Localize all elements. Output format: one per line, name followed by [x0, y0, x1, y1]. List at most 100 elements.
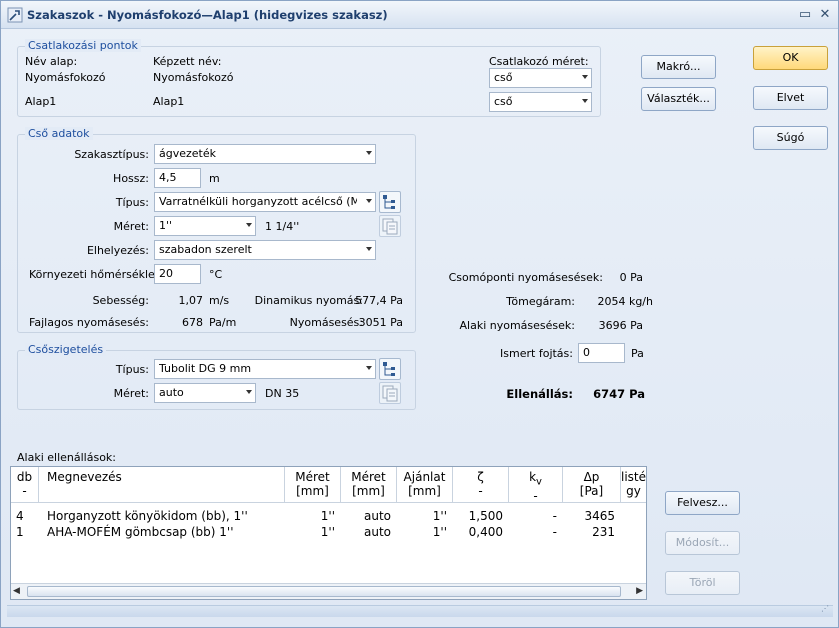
close-icon[interactable]: ✕ — [817, 7, 833, 23]
chevron-down-icon — [582, 75, 588, 79]
connection-row-2-base: Alap1 — [25, 95, 57, 108]
mass-flow-label: Tömegáram: — [506, 295, 575, 308]
column-header-kv[interactable]: kv - — [509, 467, 563, 503]
column-header-offer[interactable]: Ajánlat [mm] — [397, 467, 453, 503]
connector-size-label: Csatlakozó méret: — [489, 55, 589, 68]
velocity-unit: m/s — [209, 294, 230, 307]
velocity-value: 1,07 — [178, 294, 204, 307]
insulation-size-select[interactable]: auto — [154, 383, 256, 403]
section-type-label: Szakasztípus: — [74, 148, 149, 161]
pressure-drop-label: Nyomásesés: — [289, 316, 363, 329]
connection-row-1-derived: Nyomásfokozó — [153, 71, 234, 84]
resistance-label: Ellenállás: — [506, 387, 573, 401]
pipe-size-select[interactable]: 1'' — [154, 216, 256, 236]
length-unit: m — [209, 172, 220, 185]
node-pressure-drop-value: 0 Pa — [619, 271, 643, 284]
column-header-zeta[interactable]: ζ- — [453, 467, 509, 503]
column-header-size-1[interactable]: Méret [mm] — [285, 467, 341, 503]
resistance-value: 6747 Pa — [593, 387, 645, 401]
modify-button[interactable]: Módosít... — [665, 531, 740, 555]
column-header-name[interactable]: Megnevezés — [39, 467, 285, 503]
insulation-legend: Csőszigetelés — [25, 343, 107, 356]
copy-button[interactable] — [379, 215, 401, 237]
help-button[interactable]: Súgó — [753, 126, 828, 150]
known-throttle-label: Ismert fojtás: — [500, 347, 573, 360]
window-title: Szakaszok - Nyomásfokozó—Alap1 (hidegviz… — [27, 8, 388, 22]
insulation-copy-button[interactable] — [379, 382, 401, 404]
dynamic-pressure-label: Dinamikus nyomás: — [254, 294, 363, 307]
specific-pressure-drop-label: Fajlagos nyomásesés: — [29, 316, 149, 329]
form-pressure-drop-label: Alaki nyomásesések: — [459, 319, 575, 332]
ambient-temp-unit: °C — [209, 268, 223, 281]
tree-structure-button[interactable] — [379, 191, 401, 213]
derived-name-label: Képzett név: — [153, 55, 222, 68]
form-pressure-drop-value: 3696 Pa — [598, 319, 643, 332]
form-resistances-caption: Alaki ellenállások: — [17, 451, 116, 464]
column-header-size-2[interactable]: Méret [mm] — [341, 467, 397, 503]
form-resistances-table[interactable]: db - Megnevezés Méret [mm] Méret [mm] Ajánl… — [10, 466, 647, 600]
chevron-down-icon — [366, 366, 372, 370]
chevron-down-icon — [366, 199, 372, 203]
copy-icon — [382, 218, 398, 235]
insulation-size-extra: DN 35 — [265, 387, 300, 400]
column-header-db[interactable]: db - — [11, 467, 39, 503]
tree-structure-icon — [383, 195, 395, 209]
delete-button[interactable]: Töröl — [665, 571, 740, 595]
connection-row-1-size-select[interactable]: cső — [489, 68, 592, 88]
scrollbar-thumb[interactable] — [27, 586, 621, 597]
macro-button[interactable]: Makró... — [641, 55, 716, 79]
connection-row-2-size-select[interactable]: cső — [489, 92, 592, 112]
known-throttle-input[interactable]: 0 — [578, 343, 625, 363]
name-base-label: Név alap: — [25, 55, 78, 68]
pipe-type-select[interactable]: Varratnélküli horganyzott acélcső (MSZ 1… — [154, 192, 376, 212]
resize-grip-icon[interactable]: ⋰ — [821, 604, 829, 613]
specific-pressure-drop-value: 678 — [182, 316, 203, 329]
pipe-size-label: Méret: — [113, 220, 149, 233]
selection-button[interactable]: Választék... — [641, 87, 716, 111]
ambient-temp-label: Környezeti hőmérséklet: — [29, 268, 163, 281]
discard-button[interactable]: Elvet — [753, 86, 828, 110]
insulation-size-label: Méret: — [113, 387, 149, 400]
chevron-down-icon — [582, 99, 588, 103]
placement-select[interactable]: szabadon szerelt — [154, 240, 376, 260]
connection-points-legend: Csatlakozási pontok — [25, 39, 141, 52]
tree-structure-icon — [383, 362, 395, 376]
horizontal-scrollbar[interactable]: ◀ ▶ — [11, 583, 646, 599]
chevron-down-icon — [366, 151, 372, 155]
scroll-left-icon[interactable]: ◀ — [13, 586, 20, 596]
chevron-down-icon — [246, 390, 252, 394]
scroll-right-icon[interactable]: ▶ — [636, 586, 643, 596]
node-pressure-drop-label: Csomóponti nyomásesések: — [448, 271, 603, 284]
status-bar: ⋰ — [7, 604, 833, 617]
length-label: Hossz: — [113, 172, 149, 185]
pressure-drop-value: 3051 Pa — [358, 316, 403, 329]
column-header-dp[interactable]: Δp [Pa] — [563, 467, 621, 503]
insulation-type-label: Típus: — [115, 363, 149, 376]
velocity-label: Sebesség: — [92, 294, 149, 307]
chevron-down-icon — [246, 223, 252, 227]
wrench-icon — [7, 7, 23, 23]
pipe-type-label: Típus: — [115, 196, 149, 209]
copy-icon — [382, 385, 398, 402]
dialog-window: Szakaszok - Nyomásfokozó—Alap1 (hidegviz… — [0, 0, 839, 628]
table-header: db - Megnevezés Méret [mm] Méret [mm] Ajánl… — [11, 467, 646, 503]
specific-pressure-drop-unit: Pa/m — [209, 316, 237, 329]
add-button[interactable]: Felvesz... — [665, 491, 740, 515]
restore-icon[interactable]: ▭ — [797, 7, 813, 23]
mass-flow-value: 2054 kg/h — [597, 295, 653, 308]
connection-row-2-derived: Alap1 — [153, 95, 185, 108]
chevron-down-icon — [366, 247, 372, 251]
length-input[interactable]: 4,5 — [154, 168, 201, 188]
placement-label: Elhelyezés: — [86, 244, 149, 257]
connection-row-1-base: Nyomásfokozó — [25, 71, 106, 84]
pipe-data-legend: Cső adatok — [25, 127, 93, 140]
dynamic-pressure-value: 577,4 Pa — [355, 294, 403, 307]
column-header-list[interactable]: listé gy — [621, 467, 646, 503]
insulation-tree-button[interactable] — [379, 358, 401, 380]
title-bar: Szakaszok - Nyomásfokozó—Alap1 (hidegviz… — [1, 1, 838, 29]
insulation-type-select[interactable]: Tubolit DG 9 mm — [154, 359, 376, 379]
section-type-select[interactable]: ágvezeték — [154, 144, 376, 164]
ok-button[interactable]: OK — [753, 46, 828, 70]
known-throttle-unit: Pa — [631, 347, 644, 360]
ambient-temp-input[interactable]: 20 — [154, 264, 201, 284]
